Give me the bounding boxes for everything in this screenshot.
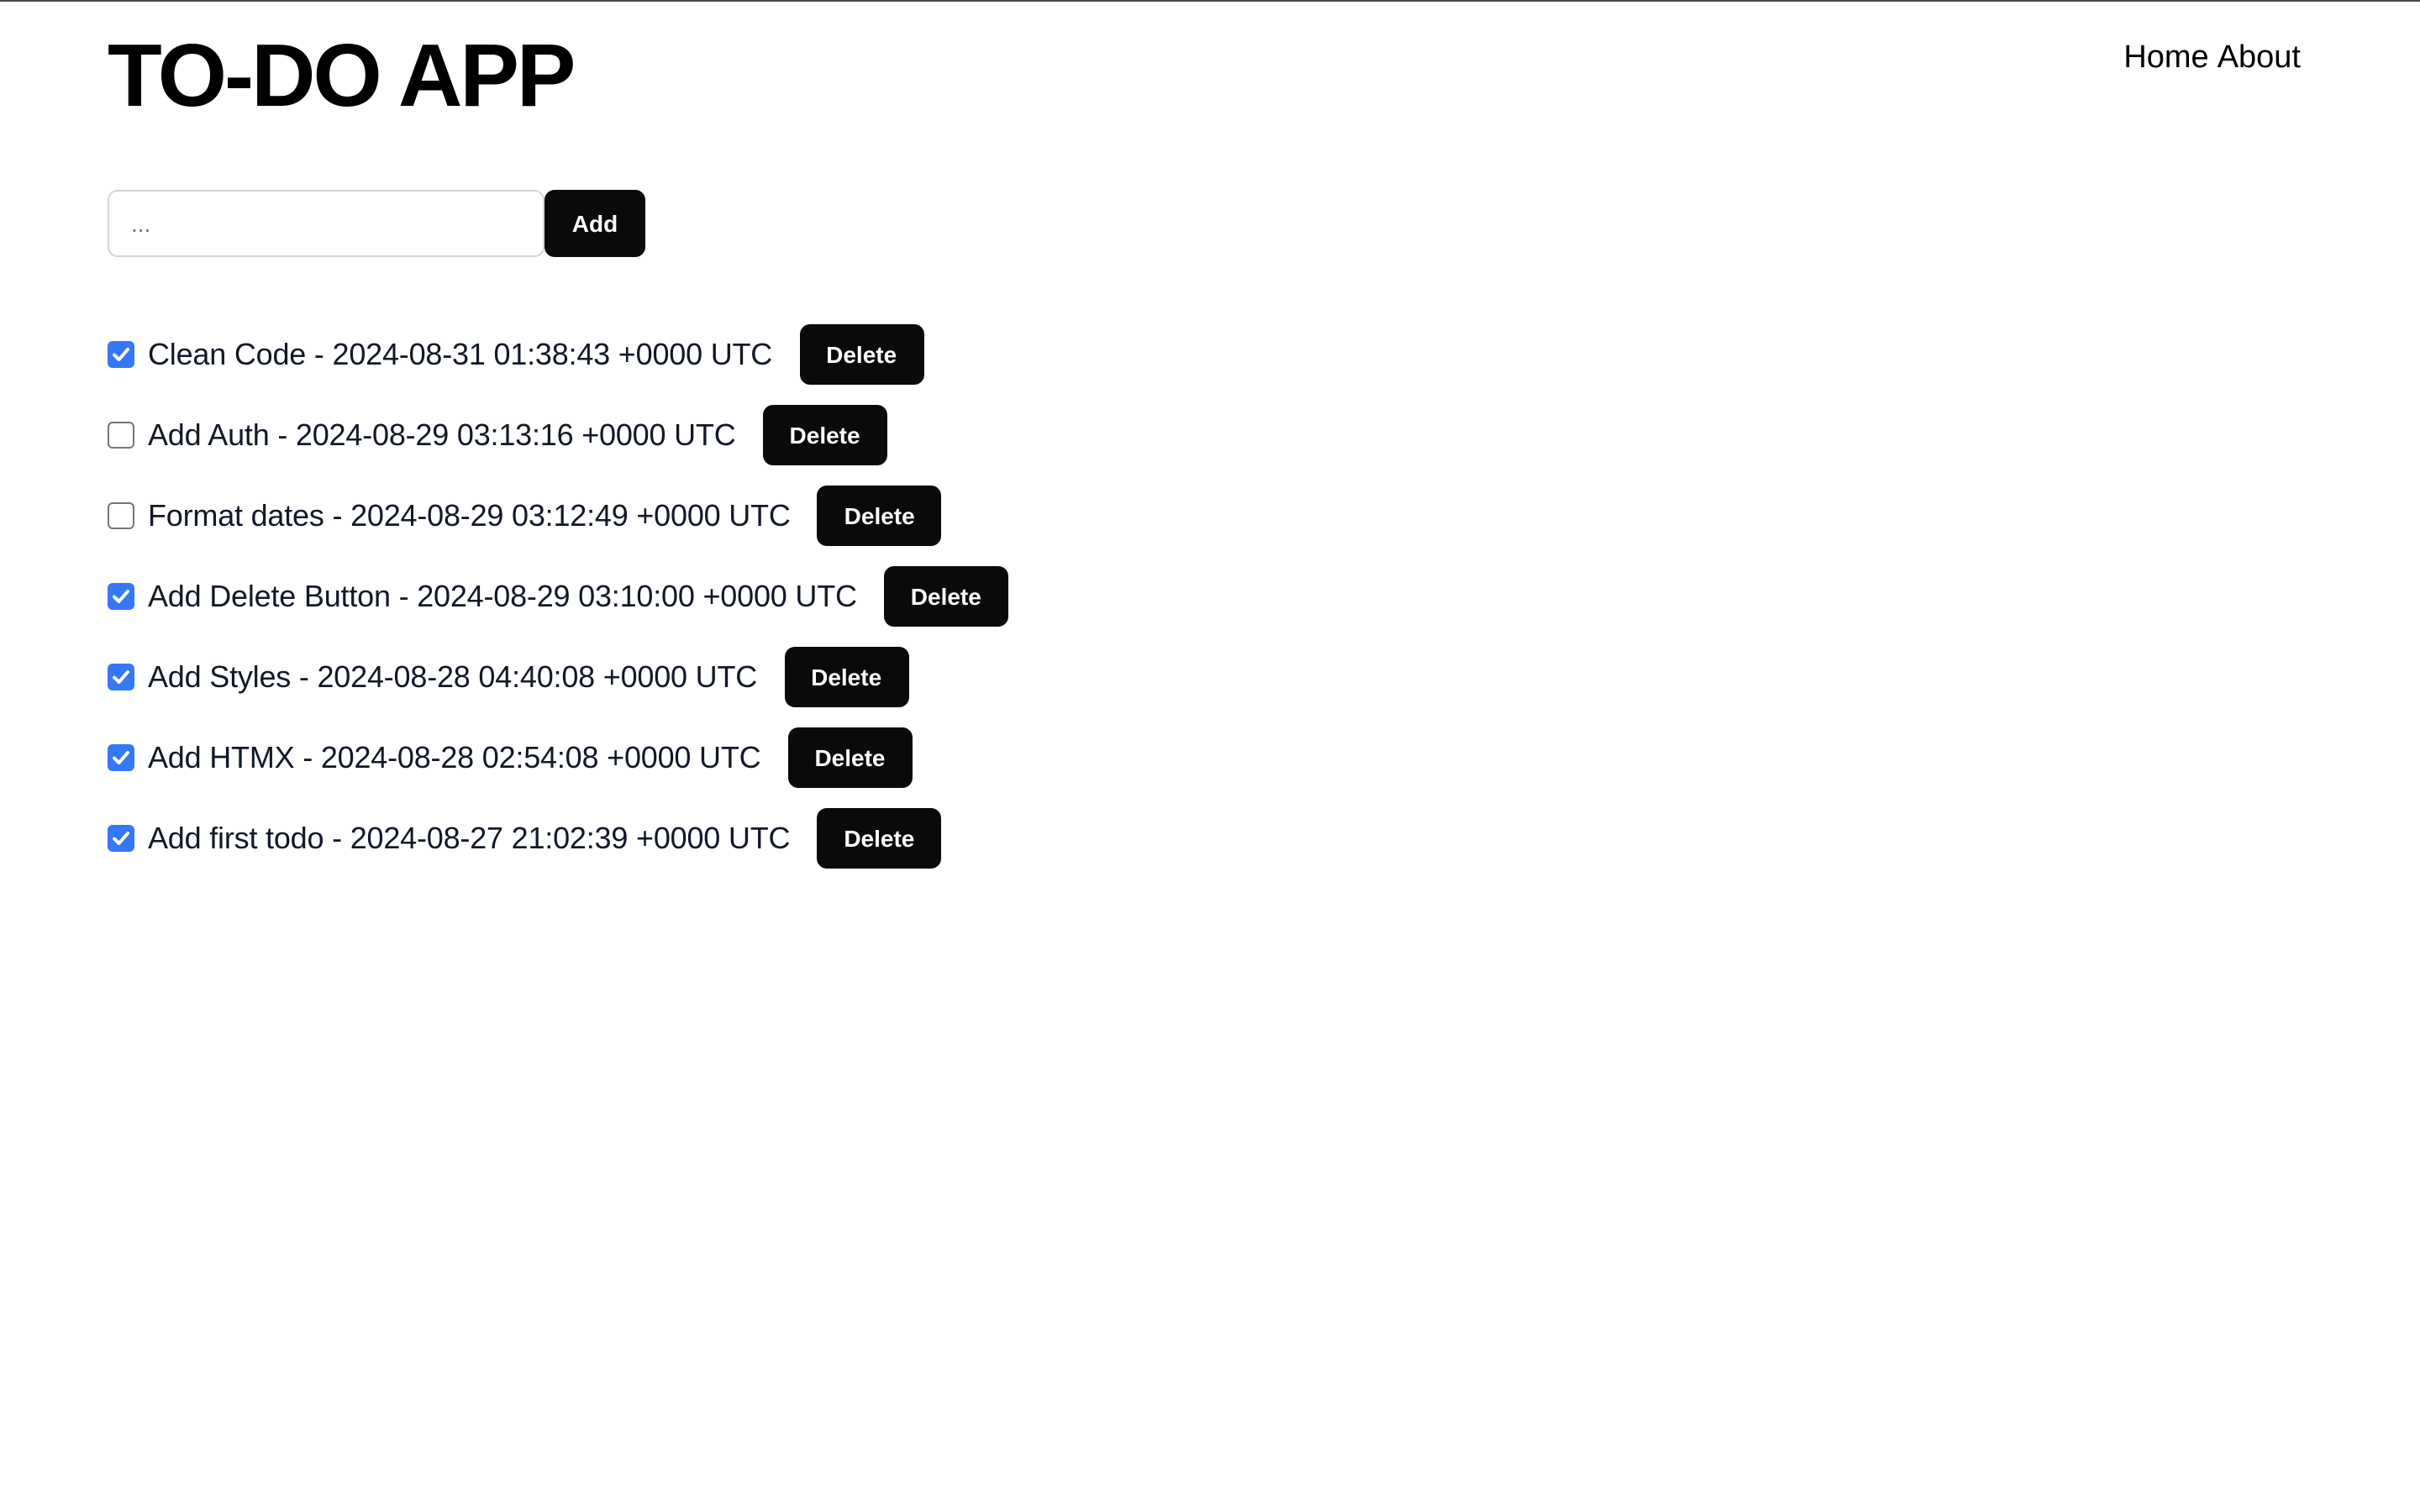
delete-button[interactable]: Delete	[787, 727, 913, 788]
todo-item: Add Styles - 2024-08-28 04:40:08 +0000 U…	[108, 647, 1008, 707]
todo-checkbox[interactable]	[108, 583, 134, 610]
todo-checkbox[interactable]	[108, 502, 134, 529]
add-todo-form: Add	[108, 190, 645, 257]
todo-checkbox[interactable]	[108, 825, 134, 852]
delete-button[interactable]: Delete	[883, 566, 1008, 627]
todo-item: Clean Code - 2024-08-31 01:38:43 +0000 U…	[108, 324, 1008, 385]
checkmark-icon	[113, 670, 129, 684]
delete-button[interactable]: Delete	[762, 405, 887, 465]
todo-checkbox[interactable]	[108, 744, 134, 771]
checkmark-icon	[113, 751, 129, 764]
checkmark-icon	[113, 348, 129, 361]
todo-checkbox[interactable]	[108, 422, 134, 449]
todo-text: Format dates - 2024-08-29 03:12:49 +0000…	[148, 498, 791, 532]
todo-text: Add Auth - 2024-08-29 03:13:16 +0000 UTC	[148, 417, 736, 451]
new-todo-input[interactable]	[108, 190, 544, 257]
add-button[interactable]: Add	[544, 190, 645, 257]
page-title: TO-DO APP	[108, 27, 576, 126]
todo-checkbox[interactable]	[108, 341, 134, 368]
nav-link-about[interactable]: About	[2217, 39, 2301, 79]
todo-item: Add Delete Button - 2024-08-29 03:10:00 …	[108, 566, 1008, 627]
todo-text: Add Delete Button - 2024-08-29 03:10:00 …	[148, 579, 857, 612]
todo-list: Clean Code - 2024-08-31 01:38:43 +0000 U…	[108, 324, 1008, 889]
nav-link-home[interactable]: Home	[2123, 39, 2208, 79]
todo-text: Add first todo - 2024-08-27 21:02:39 +00…	[148, 821, 791, 854]
delete-button[interactable]: Delete	[799, 324, 924, 385]
delete-button[interactable]: Delete	[817, 808, 942, 869]
checkmark-icon	[113, 590, 129, 603]
delete-button[interactable]: Delete	[817, 486, 942, 546]
todo-item: Add Auth - 2024-08-29 03:13:16 +0000 UTC…	[108, 405, 1008, 465]
todo-text: Add Styles - 2024-08-28 04:40:08 +0000 U…	[148, 659, 758, 693]
todo-checkbox[interactable]	[108, 664, 134, 690]
todo-text: Clean Code - 2024-08-31 01:38:43 +0000 U…	[148, 337, 773, 370]
checkmark-icon	[113, 832, 129, 845]
top-nav: Home About	[2123, 39, 2301, 79]
todo-item: Format dates - 2024-08-29 03:12:49 +0000…	[108, 486, 1008, 546]
header: TO-DO APP Home About	[108, 2, 2301, 170]
page: TO-DO APP Home About Add Clean Code - 20…	[0, 0, 2420, 1512]
todo-item: Add HTMX - 2024-08-28 02:54:08 +0000 UTC…	[108, 727, 1008, 788]
todo-item: Add first todo - 2024-08-27 21:02:39 +00…	[108, 808, 1008, 869]
todo-text: Add HTMX - 2024-08-28 02:54:08 +0000 UTC	[148, 740, 761, 774]
delete-button[interactable]: Delete	[784, 647, 909, 707]
